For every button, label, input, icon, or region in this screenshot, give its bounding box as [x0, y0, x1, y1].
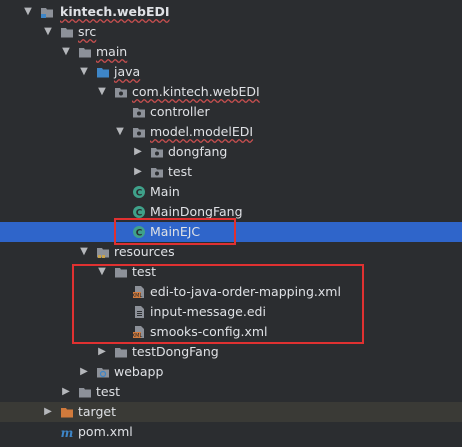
- chevron-down-icon[interactable]: ▼: [114, 122, 126, 142]
- tree-item-resources-test[interactable]: ▼ test: [0, 262, 462, 282]
- package-icon: [114, 85, 128, 99]
- tree-item-label: dongfang: [168, 144, 228, 159]
- tree-item-webapp[interactable]: ▶ webapp: [0, 362, 462, 382]
- package-icon: [132, 125, 146, 139]
- java-class-icon: C: [132, 225, 146, 239]
- svg-text:XML: XML: [132, 333, 142, 339]
- web-folder-icon: [96, 365, 110, 379]
- tree-item-edi-mapping-xml[interactable]: XML edi-to-java-order-mapping.xml: [0, 282, 462, 302]
- svg-text:XML: XML: [132, 293, 142, 299]
- chevron-down-icon[interactable]: ▼: [78, 242, 90, 262]
- tree-item-maindongfang-class[interactable]: C MainDongFang: [0, 202, 462, 222]
- tree-item-label: model.modelEDI: [150, 124, 254, 139]
- tree-item-dongfang[interactable]: ▶ dongfang: [0, 142, 462, 162]
- chevron-right-icon[interactable]: ▶: [78, 362, 90, 382]
- tree-item-src[interactable]: ▼ src: [0, 22, 462, 42]
- tree-item-label: MainDongFang: [150, 204, 243, 219]
- java-class-icon: C: [132, 185, 146, 199]
- chevron-down-icon[interactable]: ▼: [78, 62, 90, 82]
- package-icon: [150, 165, 164, 179]
- chevron-right-icon[interactable]: ▶: [96, 342, 108, 362]
- folder-icon: [114, 265, 128, 279]
- tree-item-label: MainEJC: [150, 224, 201, 239]
- folder-icon: [78, 45, 92, 59]
- tree-item-smooks-config-xml[interactable]: XML smooks-config.xml: [0, 322, 462, 342]
- tree-item-label: com.kintech.webEDI: [132, 84, 260, 99]
- tree-item-label: test: [96, 384, 121, 399]
- tree-item-label: test: [168, 164, 193, 179]
- tree-item-label: edi-to-java-order-mapping.xml: [150, 284, 341, 299]
- tree-item-label: target: [78, 404, 117, 419]
- excluded-folder-icon: [60, 405, 74, 419]
- project-tree: ▼ kintech.webEDI ▼ src ▼ main ▼ java ▼ c…: [0, 0, 462, 447]
- tree-item-label: java: [114, 64, 141, 79]
- svg-text:C: C: [136, 229, 143, 239]
- tree-item-label: testDongFang: [132, 344, 219, 359]
- chevron-down-icon[interactable]: ▼: [42, 22, 54, 42]
- chevron-down-icon[interactable]: ▼: [22, 2, 34, 22]
- tree-item-label: Main: [150, 184, 180, 199]
- tree-item-main[interactable]: ▼ main: [0, 42, 462, 62]
- tree-item-label: input-message.edi: [150, 304, 266, 319]
- tree-item-project-root[interactable]: ▼ kintech.webEDI: [0, 2, 462, 22]
- tree-item-label: src: [78, 24, 97, 39]
- tree-item-package-root[interactable]: ▼ com.kintech.webEDI: [0, 82, 462, 102]
- tree-item-label: main: [96, 44, 128, 59]
- chevron-down-icon[interactable]: ▼: [96, 262, 108, 282]
- tree-item-model-modelEDI[interactable]: ▼ model.modelEDI: [0, 122, 462, 142]
- tree-item-pom-xml[interactable]: m pom.xml: [0, 422, 462, 442]
- svg-text:C: C: [136, 189, 143, 199]
- text-file-icon: [132, 305, 146, 319]
- project-folder-icon: [40, 5, 54, 19]
- package-icon: [150, 145, 164, 159]
- tree-item-testdongfang[interactable]: ▶ testDongFang: [0, 342, 462, 362]
- tree-item-label: test: [132, 264, 157, 279]
- tree-item-label: resources: [114, 244, 175, 259]
- svg-text:C: C: [136, 209, 143, 219]
- source-folder-icon: [96, 65, 110, 79]
- tree-item-test-package[interactable]: ▶ test: [0, 162, 462, 182]
- tree-item-src-test[interactable]: ▶ test: [0, 382, 462, 402]
- svg-text:m: m: [61, 426, 74, 439]
- tree-item-controller[interactable]: controller: [0, 102, 462, 122]
- package-icon: [132, 105, 146, 119]
- chevron-down-icon[interactable]: ▼: [96, 82, 108, 102]
- folder-icon: [114, 345, 128, 359]
- tree-item-main-class[interactable]: C Main: [0, 182, 462, 202]
- maven-file-icon: m: [60, 425, 74, 440]
- tree-item-label: controller: [150, 104, 210, 119]
- chevron-right-icon[interactable]: ▶: [42, 402, 54, 422]
- java-class-icon: C: [132, 205, 146, 219]
- tree-item-label: smooks-config.xml: [150, 324, 268, 339]
- tree-item-input-message-edi[interactable]: input-message.edi: [0, 302, 462, 322]
- xml-file-icon: XML: [132, 285, 146, 299]
- tree-item-label: kintech.webEDI: [60, 4, 170, 19]
- tree-item-label: webapp: [114, 364, 164, 379]
- folder-icon: [60, 25, 74, 39]
- chevron-right-icon[interactable]: ▶: [132, 162, 144, 182]
- chevron-right-icon[interactable]: ▶: [132, 142, 144, 162]
- tree-item-mainejc-class[interactable]: C MainEJC: [0, 222, 462, 242]
- xml-file-icon: XML: [132, 325, 146, 339]
- folder-icon: [78, 385, 92, 399]
- resources-folder-icon: [96, 245, 110, 259]
- tree-item-label: pom.xml: [78, 424, 133, 439]
- tree-item-java[interactable]: ▼ java: [0, 62, 462, 82]
- tree-item-target[interactable]: ▶ target: [0, 402, 462, 422]
- tree-item-resources[interactable]: ▼ resources: [0, 242, 462, 262]
- chevron-down-icon[interactable]: ▼: [60, 42, 72, 62]
- chevron-right-icon[interactable]: ▶: [60, 382, 72, 402]
